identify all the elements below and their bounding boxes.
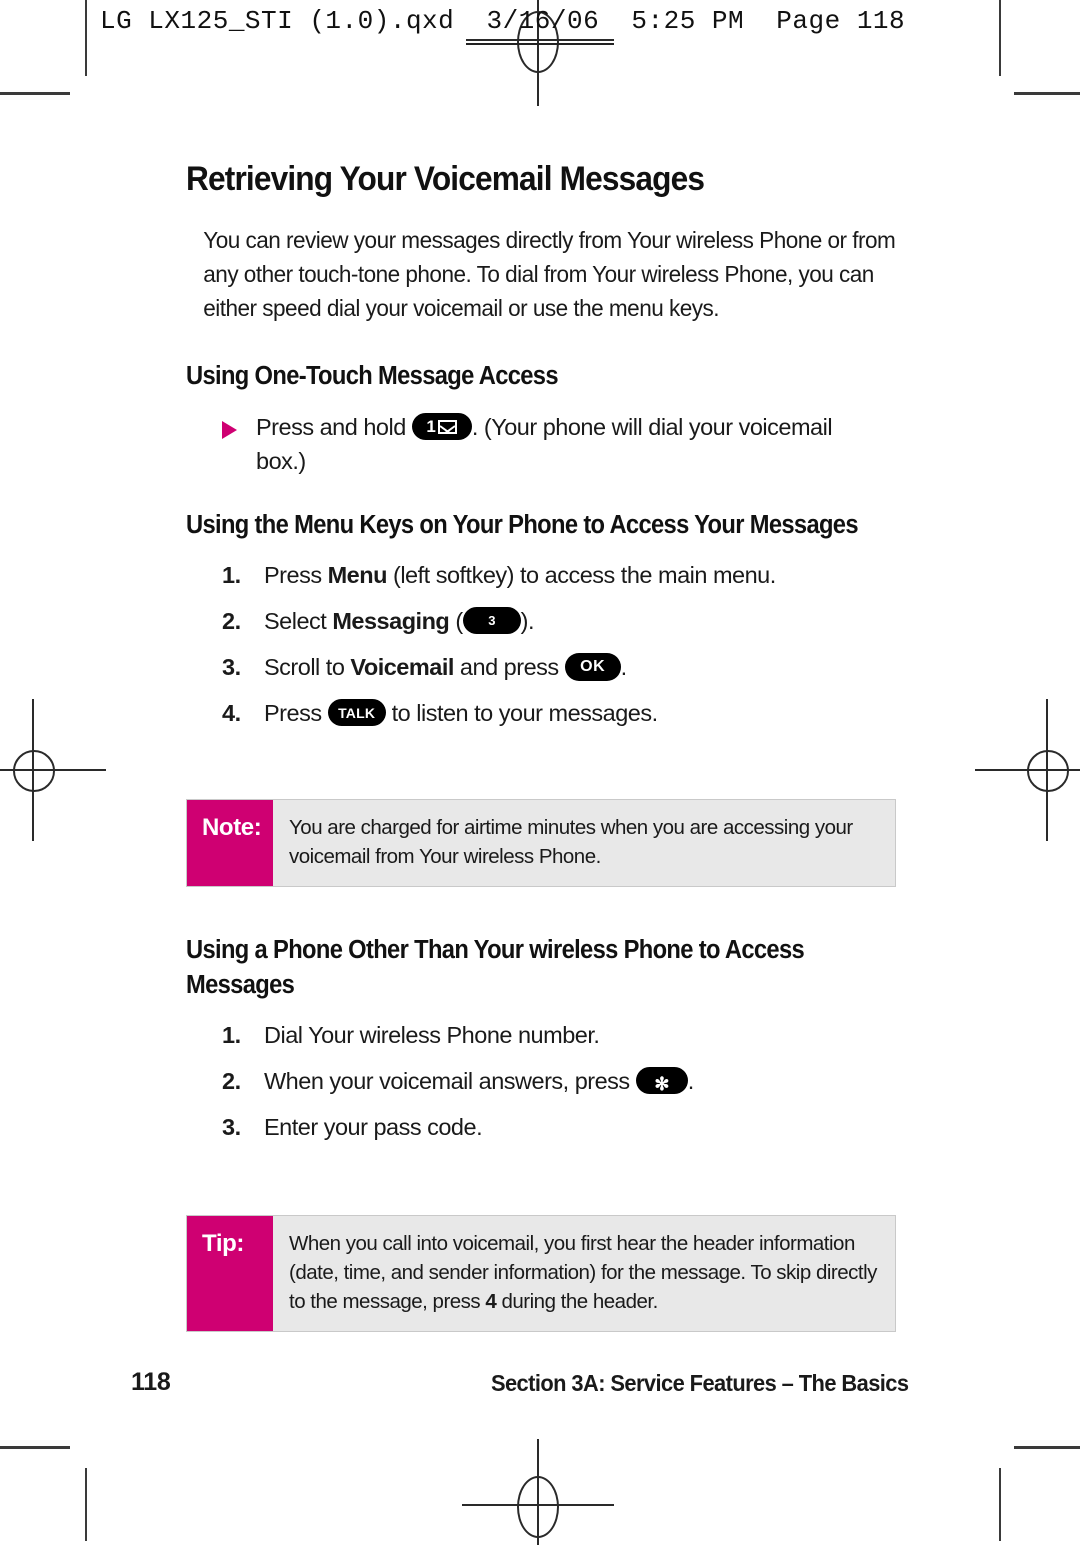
step-number: 1. <box>222 1022 241 1048</box>
list-item: 4. Press TALK to listen to your messages… <box>222 697 902 729</box>
step-number: 2. <box>222 608 241 634</box>
step-text: Press TALK to listen to your messages. <box>264 697 902 729</box>
note-label: Note: <box>187 800 273 886</box>
crop-mark-top-left-horizontal <box>0 92 70 95</box>
step-text-post: and press <box>453 654 565 680</box>
star-glyph: ✻ <box>654 1073 669 1094</box>
step-text: Dial Your wireless Phone number. <box>264 1022 600 1048</box>
list-item: 2. When your voicemail answers, press ✻. <box>222 1065 902 1097</box>
bullet-text-before: Press and hold <box>256 414 406 440</box>
print-file-header: LG LX125_STI (1.0).qxd 3/16/06 5:25 PM P… <box>100 6 906 36</box>
step-text: Press Menu (left softkey) to access the … <box>264 559 902 591</box>
list-item: 2. Select Messaging (3). <box>222 605 902 637</box>
step-text: Enter your pass code. <box>264 1114 483 1140</box>
list-item: 3. Scroll to Voicemail and press OK. <box>222 651 902 683</box>
spacer-before-tip <box>186 1169 902 1215</box>
key-3-icon: 3 <box>462 607 521 635</box>
step-text-pre: Scroll to <box>264 654 351 680</box>
note-text: You are charged for airtime minutes when… <box>289 816 853 868</box>
key-1-voicemail-icon: 1 <box>411 413 472 441</box>
crop-mark-bottom-right-horizontal <box>1014 1446 1080 1449</box>
tip-text: When you call into voicemail, you first … <box>273 1216 895 1331</box>
tip-label: Tip: <box>187 1216 273 1331</box>
envelope-icon <box>438 419 458 434</box>
key-ok-icon: OK <box>564 652 621 681</box>
tip-text-part2: during the header. <box>496 1290 658 1313</box>
step-text-pre: Select <box>264 608 333 634</box>
step-number: 4. <box>222 700 241 726</box>
step-text-bold: Voicemail <box>350 654 454 680</box>
header-underline-rule <box>466 43 614 45</box>
tip-text-bold: 4 <box>485 1290 497 1313</box>
bullet-item-press-and-hold: Press and hold 1. (Your phone will dial … <box>186 410 902 478</box>
section-heading-one-touch: Using One-Touch Message Access <box>186 362 559 390</box>
step-text-tail: ). <box>520 608 535 634</box>
crop-mark-top-right-horizontal <box>1014 92 1080 95</box>
crop-mark-bottom-left-vertical <box>85 1468 87 1541</box>
step-text-tail: . <box>687 1068 695 1094</box>
intro-paragraph: You can review your messages directly fr… <box>203 227 896 321</box>
page-footer: 118 Section 3A: Service Features – The B… <box>0 1368 1080 1402</box>
crop-mark-top-left-vertical <box>85 0 87 76</box>
step-number: 3. <box>222 654 241 680</box>
spacer-before-note <box>186 755 902 799</box>
note-callout-box: Note: You are charged for airtime minute… <box>186 799 896 887</box>
steps-list-other-phone: 1. Dial Your wireless Phone number. 2. W… <box>186 1019 902 1143</box>
step-text-post: (left softkey) to access the main menu. <box>386 562 776 588</box>
step-text-pre: When your voicemail answers, press <box>264 1068 636 1094</box>
bullet-item-text: Press and hold 1. (Your phone will dial … <box>256 410 856 478</box>
footer-section-label: Section 3A: Service Features – The Basic… <box>490 1370 909 1396</box>
list-item: 1. Dial Your wireless Phone number. <box>222 1019 902 1051</box>
step-number: 1. <box>222 562 241 588</box>
step-text-pre: Press <box>264 700 328 726</box>
step-text: Scroll to Voicemail and press OK. <box>264 651 902 683</box>
key-1-digit: 1 <box>426 416 436 436</box>
step-text-pre: Press <box>264 562 328 588</box>
step-number: 3. <box>222 1114 241 1140</box>
page-content: Retrieving Your Voicemail Messages You c… <box>186 160 902 1332</box>
footer-page-number: 118 <box>131 1368 171 1396</box>
key-star-icon: ✻ <box>635 1067 688 1095</box>
list-item: 3. Enter your pass code. <box>222 1111 902 1143</box>
step-text-tail: . <box>620 654 628 680</box>
crop-mark-top-right-vertical <box>999 0 1001 76</box>
tip-callout-box: Tip: When you call into voicemail, you f… <box>186 1215 896 1332</box>
step-number: 2. <box>222 1068 241 1094</box>
key-talk-icon: TALK <box>327 699 386 727</box>
step-text-bold: Menu <box>327 562 388 588</box>
steps-list-menu-keys: 1. Press Menu (left softkey) to access t… <box>186 559 902 729</box>
list-item: 1. Press Menu (left softkey) to access t… <box>222 559 902 591</box>
step-text-bold: Messaging <box>332 608 450 634</box>
section-heading-other-phone: Using a Phone Other Than Your wireless P… <box>186 936 805 999</box>
crop-mark-bottom-right-vertical <box>999 1468 1001 1541</box>
triangle-bullet-icon <box>222 421 237 439</box>
page-title: Retrieving Your Voicemail Messages <box>186 160 705 198</box>
step-text: When your voicemail answers, press ✻. <box>264 1065 902 1097</box>
step-text-post: ( <box>449 608 463 634</box>
step-text: Select Messaging (3). <box>264 605 902 637</box>
crop-mark-bottom-left-horizontal <box>0 1446 70 1449</box>
step-text-tail: to listen to your messages. <box>385 700 659 726</box>
section-heading-menu-keys: Using the Menu Keys on Your Phone to Acc… <box>186 511 859 539</box>
spacer-after-note <box>186 887 902 933</box>
